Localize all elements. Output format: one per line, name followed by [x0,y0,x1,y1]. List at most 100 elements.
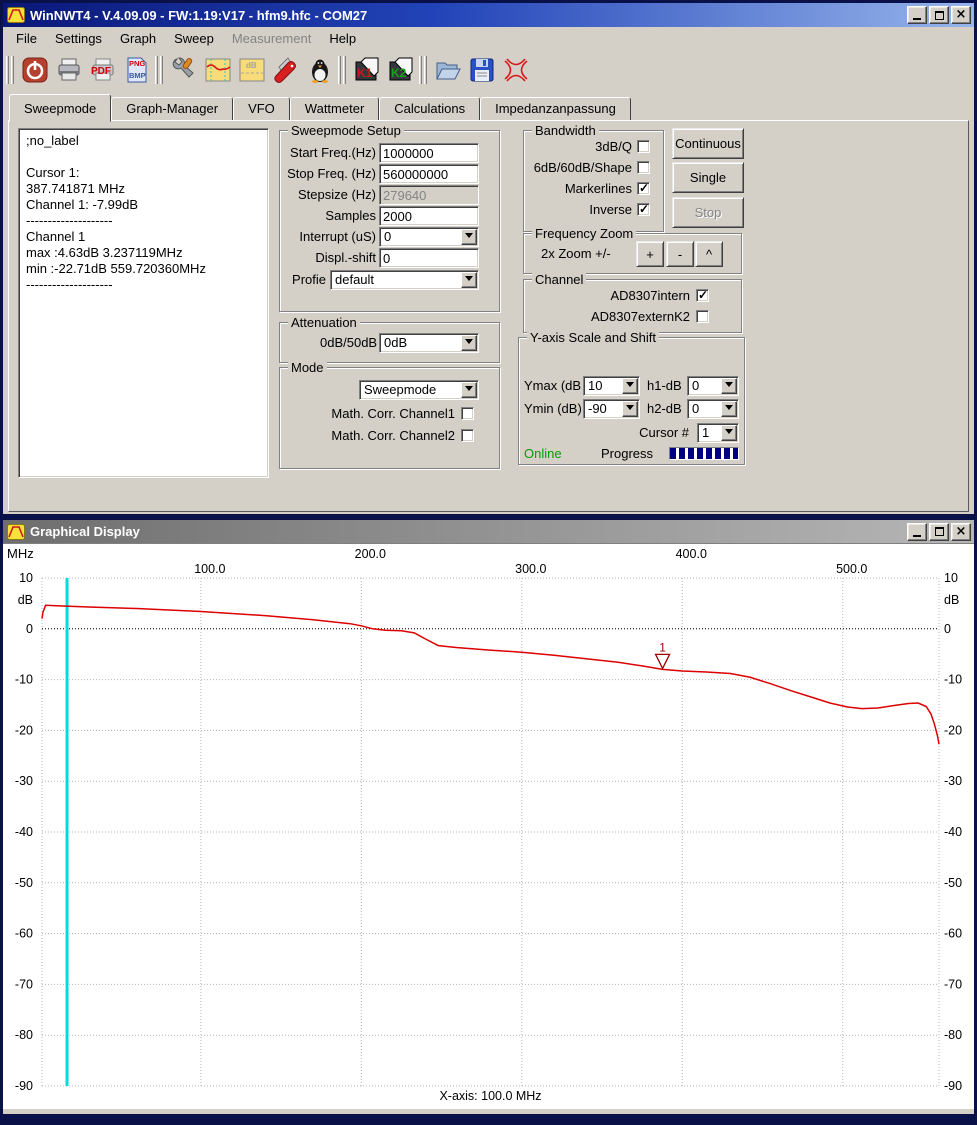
filter-button[interactable] [500,54,532,86]
inverse-checkbox[interactable] [637,203,650,216]
math-corr1-checkbox[interactable] [461,407,474,420]
combo-arrow-button[interactable] [622,401,638,417]
tab-impedanzanpassung[interactable]: Impedanzanpassung [480,97,631,121]
combo-arrow-button[interactable] [622,378,638,394]
svg-text:MHz: MHz [7,546,34,561]
bw-shape-checkbox[interactable] [637,161,650,174]
combo-arrow-button[interactable] [461,272,477,288]
toolbar-grip[interactable] [424,56,427,84]
maximize-button[interactable] [929,6,949,24]
tux-penguin-button[interactable] [304,54,336,86]
ad8307externk2-checkbox[interactable] [696,310,709,323]
tab-calculations[interactable]: Calculations [379,97,480,121]
samples-input[interactable] [379,206,479,226]
attenuation-group: Attenuation 0dB/50dB 0dB [279,322,500,363]
group-legend: Y-axis Scale and Shift [527,330,659,345]
save-file-button[interactable] [466,54,498,86]
tab-graph-manager[interactable]: Graph-Manager [111,97,233,121]
menu-graph[interactable]: Graph [111,28,165,49]
main-titlebar[interactable]: WinNWT4 - V.4.09.09 - FW:1.19:V17 - hfm9… [3,3,974,27]
tab-wattmeter[interactable]: Wattmeter [290,97,379,121]
svg-text:10: 10 [19,571,33,585]
math-corr2-checkbox[interactable] [461,429,474,442]
menu-help[interactable]: Help [320,28,365,49]
minimize-button[interactable] [907,6,927,24]
minimize-button[interactable] [907,523,927,541]
markerlines-checkbox[interactable] [637,182,650,195]
svg-text:K1: K1 [357,66,373,80]
menu-settings[interactable]: Settings [46,28,111,49]
graph-display-button[interactable] [202,54,234,86]
zoom-up-button[interactable]: ^ [695,241,723,267]
interrupt-combo[interactable]: 0 [379,227,479,247]
single-button[interactable]: Single [672,162,744,193]
chevron-down-icon [465,276,473,285]
settings-tools-button[interactable] [168,54,200,86]
chevron-down-icon [465,233,473,242]
frequency-zoom-group: Frequency Zoom 2x Zoom +/- + - ^ [523,233,742,274]
chart-svg[interactable]: 1MHz100.0200.0300.0400.0500.0101000-10-1… [3,544,974,1114]
tab-sweepmode[interactable]: Sweepmode [9,94,111,122]
maximize-icon [935,11,944,20]
chart-client-area: 1MHz100.0200.0300.0400.0500.0101000-10-1… [3,543,974,1109]
group-legend: Bandwidth [532,123,599,138]
db-scale-button[interactable]: dB [236,54,268,86]
group-legend: Frequency Zoom [532,226,636,241]
svg-text:-20: -20 [944,723,962,737]
combo-arrow-button[interactable] [721,401,737,417]
menu-file[interactable]: File [7,28,46,49]
stop-freq-input[interactable] [379,164,479,184]
print-button[interactable] [53,54,85,86]
displ-shift-input[interactable] [379,248,479,268]
k1-channel-button[interactable]: K1 [351,54,383,86]
ymin-label: Ymin (dB) [524,399,581,419]
zoom-out-button[interactable]: - [666,241,694,267]
combo-arrow-button[interactable] [461,229,477,245]
zoom-in-button[interactable]: + [636,241,664,267]
k2-channel-button[interactable]: K2 [385,54,417,86]
toolbar-grip[interactable] [160,56,163,84]
bw-3db-q-label: 3dB/Q [524,137,632,157]
combo-arrow-button[interactable] [461,335,477,351]
ymax-combo[interactable]: 10 [583,376,640,396]
attenuation-combo[interactable]: 0dB [379,333,479,353]
open-file-button[interactable] [432,54,464,86]
bw-3db-q-checkbox[interactable] [637,140,650,153]
start-freq-input[interactable] [379,143,479,163]
mode-combo[interactable]: Sweepmode [359,380,479,400]
toolbar-grip[interactable] [155,56,158,84]
power-button[interactable] [19,54,51,86]
toolbar-grip[interactable] [343,56,346,84]
toolbar-grip[interactable] [419,56,422,84]
combo-arrow-button[interactable] [721,425,737,441]
combo-arrow-button[interactable] [721,378,737,394]
h2-db-combo[interactable]: 0 [687,399,739,419]
h1-db-combo[interactable]: 0 [687,376,739,396]
ad8307intern-checkbox[interactable] [696,289,709,302]
continuous-button[interactable]: Continuous [672,128,744,159]
tab-vfo[interactable]: VFO [233,97,290,121]
chevron-down-icon [626,405,634,414]
png-bmp-export-button[interactable]: PNGBMP [121,54,153,86]
stop-freq-label: Stop Freq. (Hz) [280,164,376,184]
svg-text:-50: -50 [15,876,33,890]
close-button[interactable]: × [951,6,971,24]
menu-sweep[interactable]: Sweep [165,28,223,49]
cursor-info-listbox[interactable]: ;no_label Cursor 1:387.741871 MHzChannel… [18,128,269,478]
cursor-number-combo[interactable]: 1 [697,423,739,443]
svg-text:-90: -90 [944,1079,962,1093]
combo-arrow-button[interactable] [461,382,477,398]
ymin-combo[interactable]: -90 [583,399,640,419]
toolbar-grip[interactable] [11,56,14,84]
toolbar-grip[interactable] [338,56,341,84]
channel-group: Channel AD8307intern AD8307externK2 [523,279,742,333]
pdf-print-button[interactable]: PDF [87,54,119,86]
filter-icon [503,57,529,83]
maximize-button[interactable] [929,523,949,541]
info-line: ;no_label [26,133,261,149]
profile-combo[interactable]: default [330,270,479,290]
close-button[interactable]: × [951,523,971,541]
toolbar-grip[interactable] [6,56,9,84]
graph-titlebar[interactable]: Graphical Display × [3,520,974,543]
swiss-knife-button[interactable] [270,54,302,86]
